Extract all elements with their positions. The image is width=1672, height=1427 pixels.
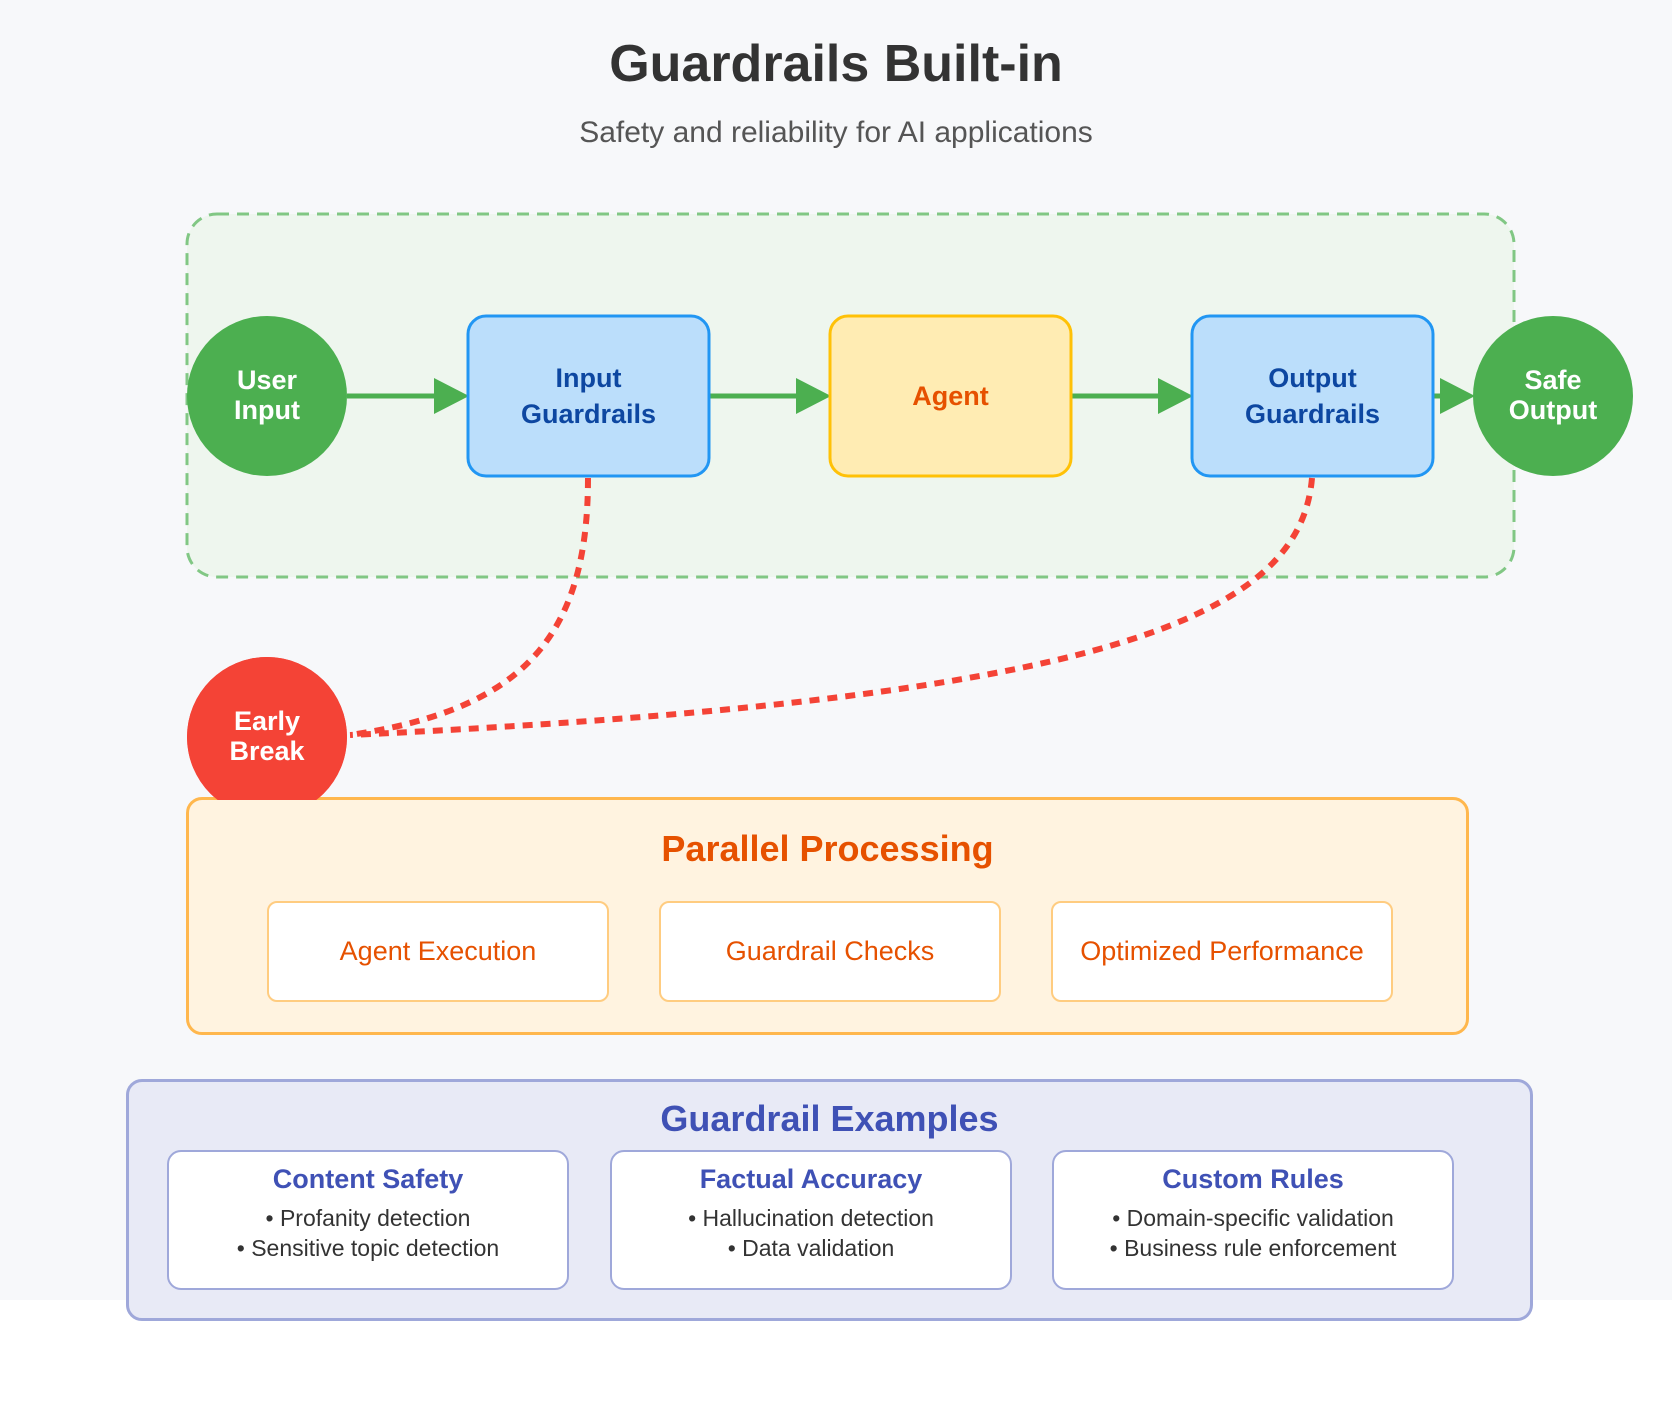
example-card-item: • Business rule enforcement <box>1109 1235 1397 1261</box>
parallel-item-agent-execution: Agent Execution <box>267 901 609 1002</box>
guardrail-examples-title: Guardrail Examples <box>660 1098 999 1139</box>
parallel-processing-panel: Parallel Processing Agent Execution Guar… <box>186 797 1469 1035</box>
example-card-factual-accuracy: Factual Accuracy • Hallucination detecti… <box>610 1150 1012 1290</box>
example-card-content-safety: Content Safety • Profanity detection • S… <box>167 1150 569 1290</box>
example-card-item: • Sensitive topic detection <box>236 1235 500 1261</box>
agent-label: Agent <box>912 380 989 411</box>
example-card-item: • Hallucination detection <box>688 1205 934 1231</box>
parallel-processing-title: Parallel Processing <box>661 828 994 869</box>
example-card-item: • Profanity detection <box>265 1205 471 1231</box>
example-card-title: Content Safety <box>272 1164 464 1194</box>
example-card-title: Custom Rules <box>1162 1164 1344 1194</box>
early-break-label: Early Break <box>229 706 305 766</box>
safe-output-label: Safe Output <box>1508 365 1598 425</box>
output-guardrails-label: Output Guardrails <box>1244 362 1381 429</box>
example-card-custom-rules: Custom Rules • Domain-specific validatio… <box>1052 1150 1454 1290</box>
parallel-item-guardrail-checks: Guardrail Checks <box>659 901 1001 1002</box>
input-guardrails-label: Input Guardrails <box>520 362 657 429</box>
guardrail-examples-panel: Guardrail Examples Content Safety • Prof… <box>126 1079 1533 1321</box>
example-card-title: Factual Accuracy <box>699 1164 923 1194</box>
example-card-item: • Data validation <box>727 1235 895 1261</box>
parallel-item-optimized-performance: Optimized Performance <box>1051 901 1393 1002</box>
example-card-item: • Domain-specific validation <box>1112 1205 1394 1231</box>
user-input-label: User Input <box>234 365 300 425</box>
